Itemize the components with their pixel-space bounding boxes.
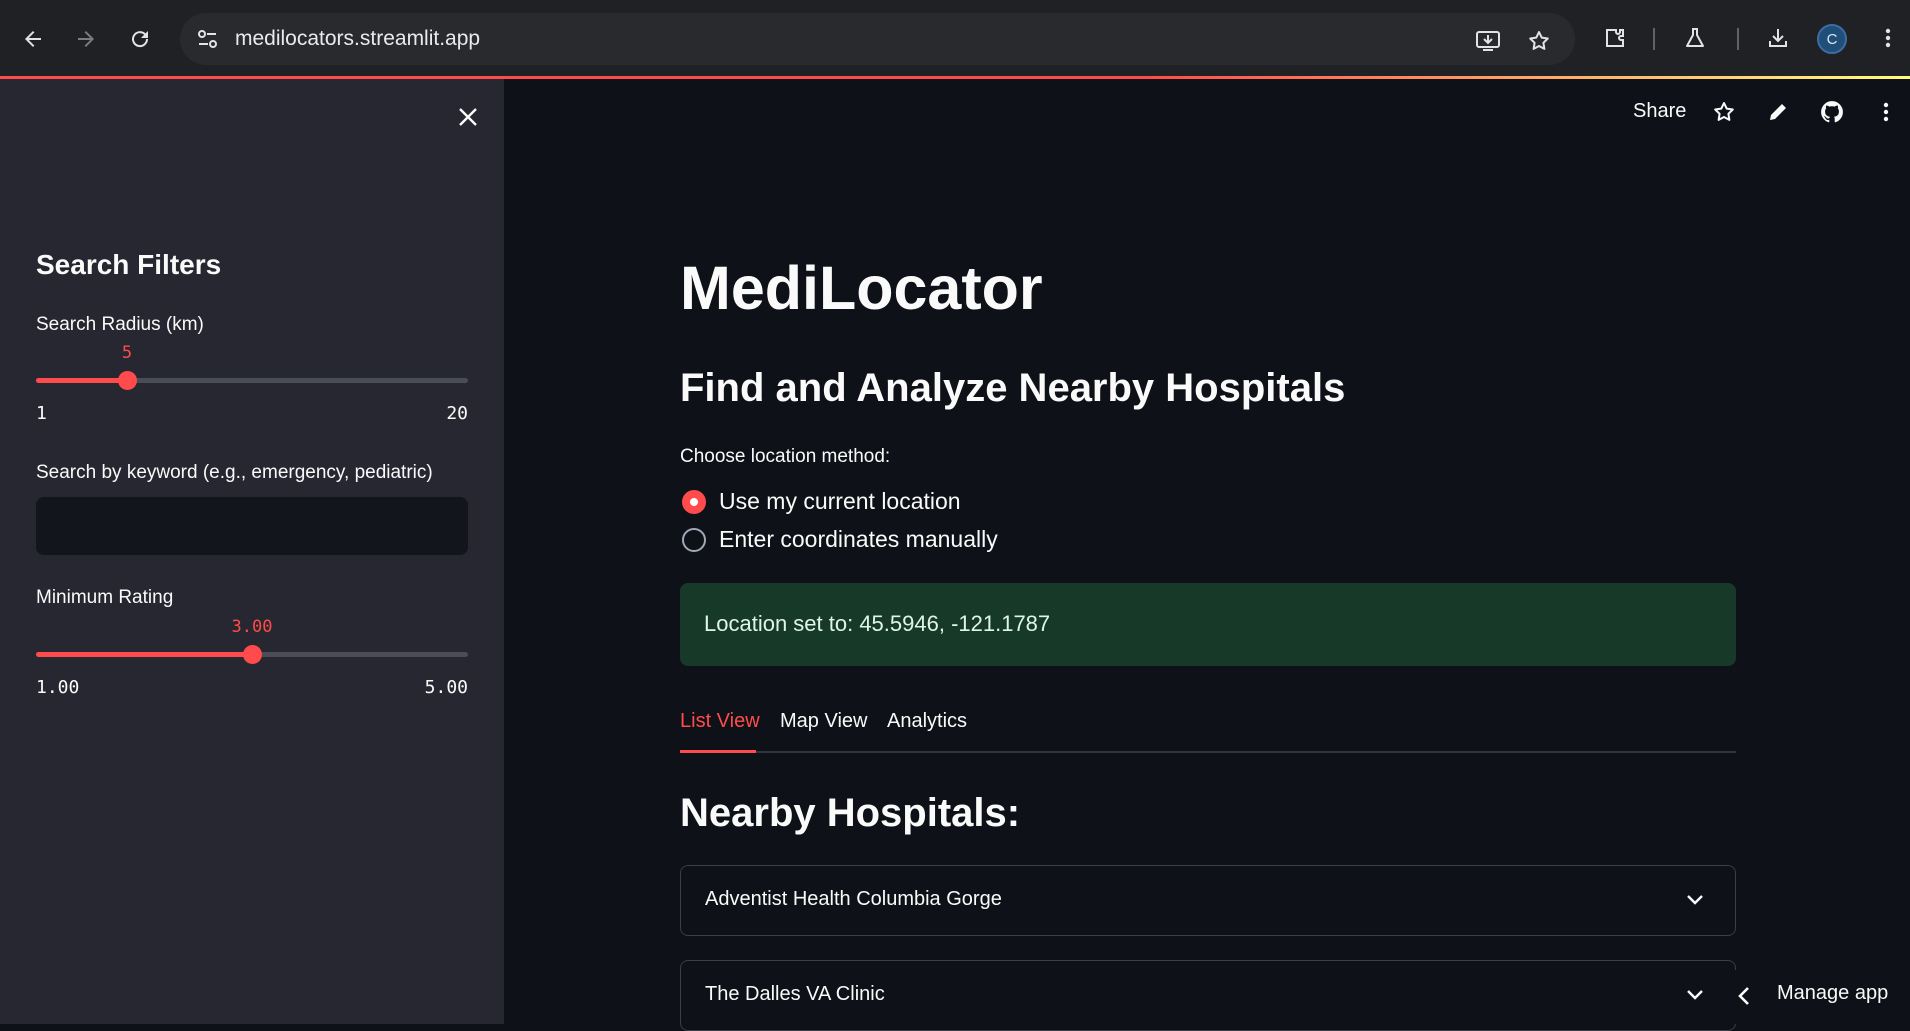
downloads-icon[interactable] bbox=[1760, 20, 1796, 56]
profile-initial: C bbox=[1826, 30, 1838, 48]
rating-value: 3.00 bbox=[231, 617, 273, 637]
keyword-input[interactable] bbox=[36, 497, 468, 555]
rating-slider-fill bbox=[36, 652, 252, 657]
radio-current-location-label[interactable]: Use my current location bbox=[719, 488, 961, 515]
radius-slider-fill bbox=[36, 378, 127, 383]
rating-min: 1.00 bbox=[36, 677, 80, 698]
install-app-icon[interactable] bbox=[1473, 26, 1503, 56]
radio-manual-coordinates-label[interactable]: Enter coordinates manually bbox=[719, 526, 998, 553]
radio-current-location[interactable] bbox=[682, 490, 706, 514]
manage-app-button[interactable]: Manage app bbox=[1704, 970, 1910, 1024]
section-title: Nearby Hospitals: bbox=[680, 791, 1021, 835]
active-tab-indicator bbox=[680, 750, 756, 753]
hospital-expander[interactable]: The Dalles VA Clinic bbox=[680, 960, 1736, 1031]
page-title: MediLocator bbox=[680, 254, 1043, 322]
radius-label: Search Radius (km) bbox=[36, 314, 204, 335]
location-method-label: Choose location method: bbox=[680, 446, 891, 467]
hospital-name: The Dalles VA Clinic bbox=[705, 983, 885, 1005]
radius-min: 1 bbox=[36, 403, 47, 424]
github-icon[interactable] bbox=[1816, 96, 1848, 128]
rating-label: Minimum Rating bbox=[36, 587, 174, 608]
browser-toolbar: medilocators.streamlit.app C bbox=[0, 0, 1910, 77]
back-icon[interactable] bbox=[14, 20, 52, 58]
tab-list-view[interactable]: List View bbox=[680, 710, 760, 733]
labs-flask-icon[interactable] bbox=[1677, 20, 1713, 56]
radius-slider[interactable] bbox=[36, 371, 468, 390]
radius-value: 5 bbox=[121, 343, 133, 363]
close-icon[interactable] bbox=[452, 101, 484, 133]
rating-max: 5.00 bbox=[424, 677, 468, 698]
bookmark-star-icon[interactable] bbox=[1524, 26, 1554, 56]
chevron-down-icon bbox=[1683, 888, 1707, 912]
alert-text: Location set to: 45.5946, -121.1787 bbox=[704, 611, 1051, 636]
extensions-icon[interactable] bbox=[1597, 20, 1633, 56]
manage-app-label: Manage app bbox=[1777, 982, 1889, 1004]
chevron-left-icon bbox=[1732, 984, 1756, 1008]
address-bar[interactable]: medilocators.streamlit.app bbox=[180, 13, 1575, 65]
star-icon[interactable] bbox=[1708, 96, 1740, 128]
page-subtitle: Find and Analyze Nearby Hospitals bbox=[680, 366, 1346, 410]
app-menu-icon[interactable] bbox=[1870, 96, 1902, 128]
sidebar-title: Search Filters bbox=[36, 249, 222, 280]
forward-icon[interactable] bbox=[67, 20, 105, 58]
toolbar-separator bbox=[1737, 28, 1739, 50]
radius-max: 20 bbox=[446, 403, 468, 424]
share-button[interactable]: Share bbox=[1633, 100, 1686, 123]
location-success-alert: Location set to: 45.5946, -121.1787 bbox=[680, 583, 1736, 666]
toolbar-separator bbox=[1653, 28, 1655, 50]
sidebar: Search Filters Search Radius (km) 5 1 20… bbox=[0, 79, 504, 1024]
hospital-expander[interactable]: Adventist Health Columbia Gorge bbox=[680, 865, 1736, 936]
tab-analytics[interactable]: Analytics bbox=[887, 710, 967, 733]
view-tabs: List View Map View Analytics bbox=[680, 705, 1736, 753]
browser-menu-icon[interactable] bbox=[1870, 20, 1906, 56]
radio-manual-coordinates[interactable] bbox=[682, 528, 706, 552]
profile-avatar[interactable]: C bbox=[1817, 24, 1847, 54]
reload-icon[interactable] bbox=[121, 20, 159, 58]
tab-map-view[interactable]: Map View bbox=[780, 710, 867, 733]
url-text[interactable]: medilocators.streamlit.app bbox=[235, 27, 480, 51]
radius-slider-thumb[interactable] bbox=[118, 371, 137, 390]
keyword-label: Search by keyword (e.g., emergency, pedi… bbox=[36, 462, 433, 483]
rating-slider[interactable] bbox=[36, 645, 468, 664]
rating-slider-thumb[interactable] bbox=[243, 645, 262, 664]
edit-pencil-icon[interactable] bbox=[1762, 96, 1794, 128]
site-settings-icon[interactable] bbox=[194, 26, 222, 52]
hospital-name: Adventist Health Columbia Gorge bbox=[705, 888, 1002, 910]
